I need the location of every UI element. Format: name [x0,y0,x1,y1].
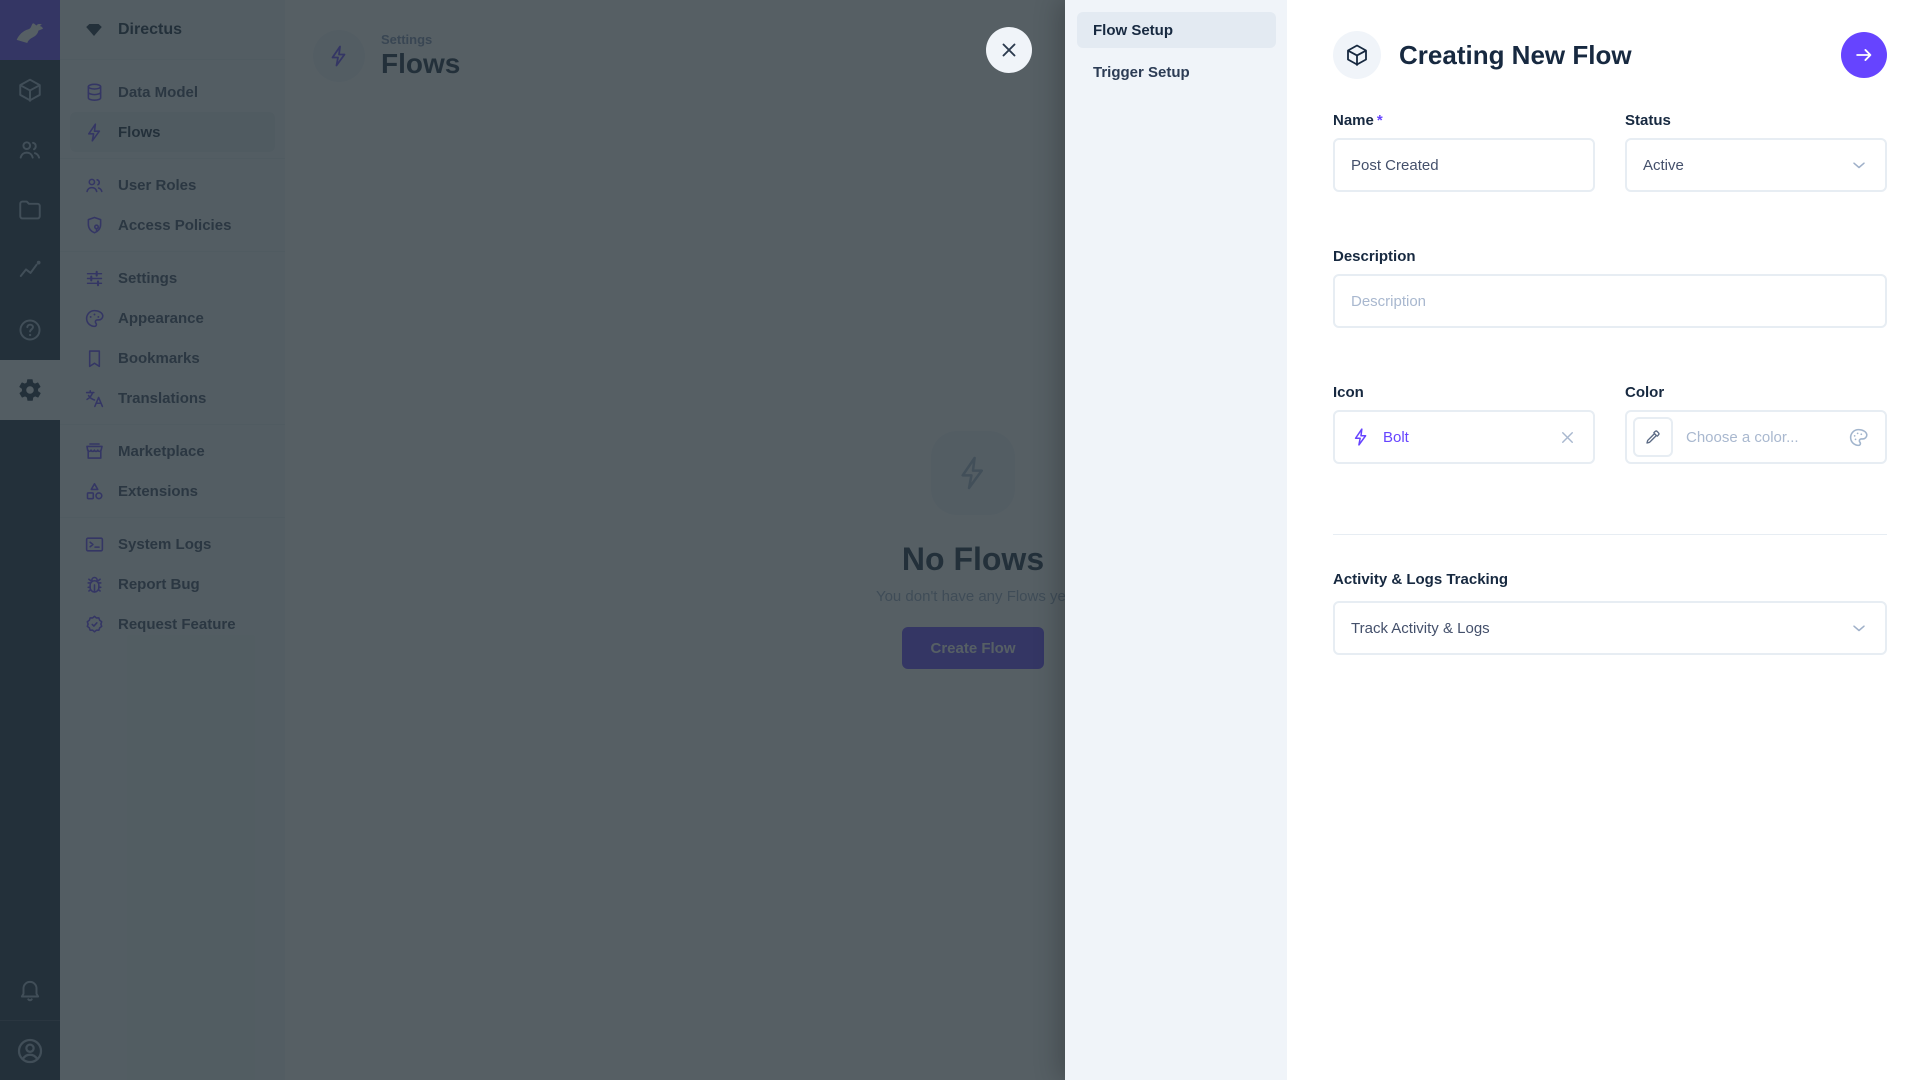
close-icon [998,39,1020,61]
name-input-wrap [1333,138,1595,192]
status-select[interactable]: Active [1625,138,1887,192]
icon-field: Icon Bolt [1333,384,1595,464]
name-input[interactable] [1351,157,1577,174]
icon-select[interactable]: Bolt [1333,410,1595,464]
description-input[interactable] [1351,293,1869,310]
chevron-down-icon [1849,155,1869,175]
status-field: Status Active [1625,112,1887,192]
arrow-right-icon [1853,44,1875,66]
drawer-close-button[interactable] [986,27,1032,73]
directus-app: Directus Data Model Flows User Roles [0,0,1920,1080]
drawer-nav-trigger-setup[interactable]: Trigger Setup [1077,54,1276,90]
drawer-box-icon [1333,31,1381,79]
color-input[interactable] [1686,429,1848,446]
drawer-nav: Flow Setup Trigger Setup [1065,0,1287,1080]
tracking-select[interactable]: Track Activity & Logs [1333,601,1887,655]
bolt-icon [1351,427,1371,447]
clear-icon[interactable] [1558,428,1577,447]
chevron-down-icon [1849,618,1869,638]
drawer-main: Creating New Flow Name* Status [1287,0,1920,1080]
eyedropper-icon [1644,428,1662,446]
form-divider [1333,534,1887,535]
drawer-title: Creating New Flow [1399,40,1632,71]
description-input-wrap [1333,274,1887,328]
description-label: Description [1333,248,1887,265]
drawer-submit-button[interactable] [1841,32,1887,78]
color-swatch-button[interactable] [1633,417,1673,457]
name-label: Name* [1333,112,1595,129]
icon-value: Bolt [1383,429,1409,446]
required-asterisk: * [1377,112,1383,129]
color-label: Color [1625,384,1887,401]
color-field: Color [1625,384,1887,464]
status-label: Status [1625,112,1887,129]
palette-icon[interactable] [1848,427,1869,448]
status-value: Active [1643,157,1684,174]
tracking-section-label: Activity & Logs Tracking [1333,571,1887,588]
drawer-nav-flow-setup[interactable]: Flow Setup [1077,12,1276,48]
description-field: Description [1333,248,1887,328]
icon-label: Icon [1333,384,1595,401]
name-field: Name* [1333,112,1595,192]
color-input-wrap [1625,410,1887,464]
tracking-value: Track Activity & Logs [1351,620,1490,637]
drawer-header: Creating New Flow [1333,29,1887,81]
create-flow-drawer: Flow Setup Trigger Setup Creating New Fl… [1065,0,1920,1080]
